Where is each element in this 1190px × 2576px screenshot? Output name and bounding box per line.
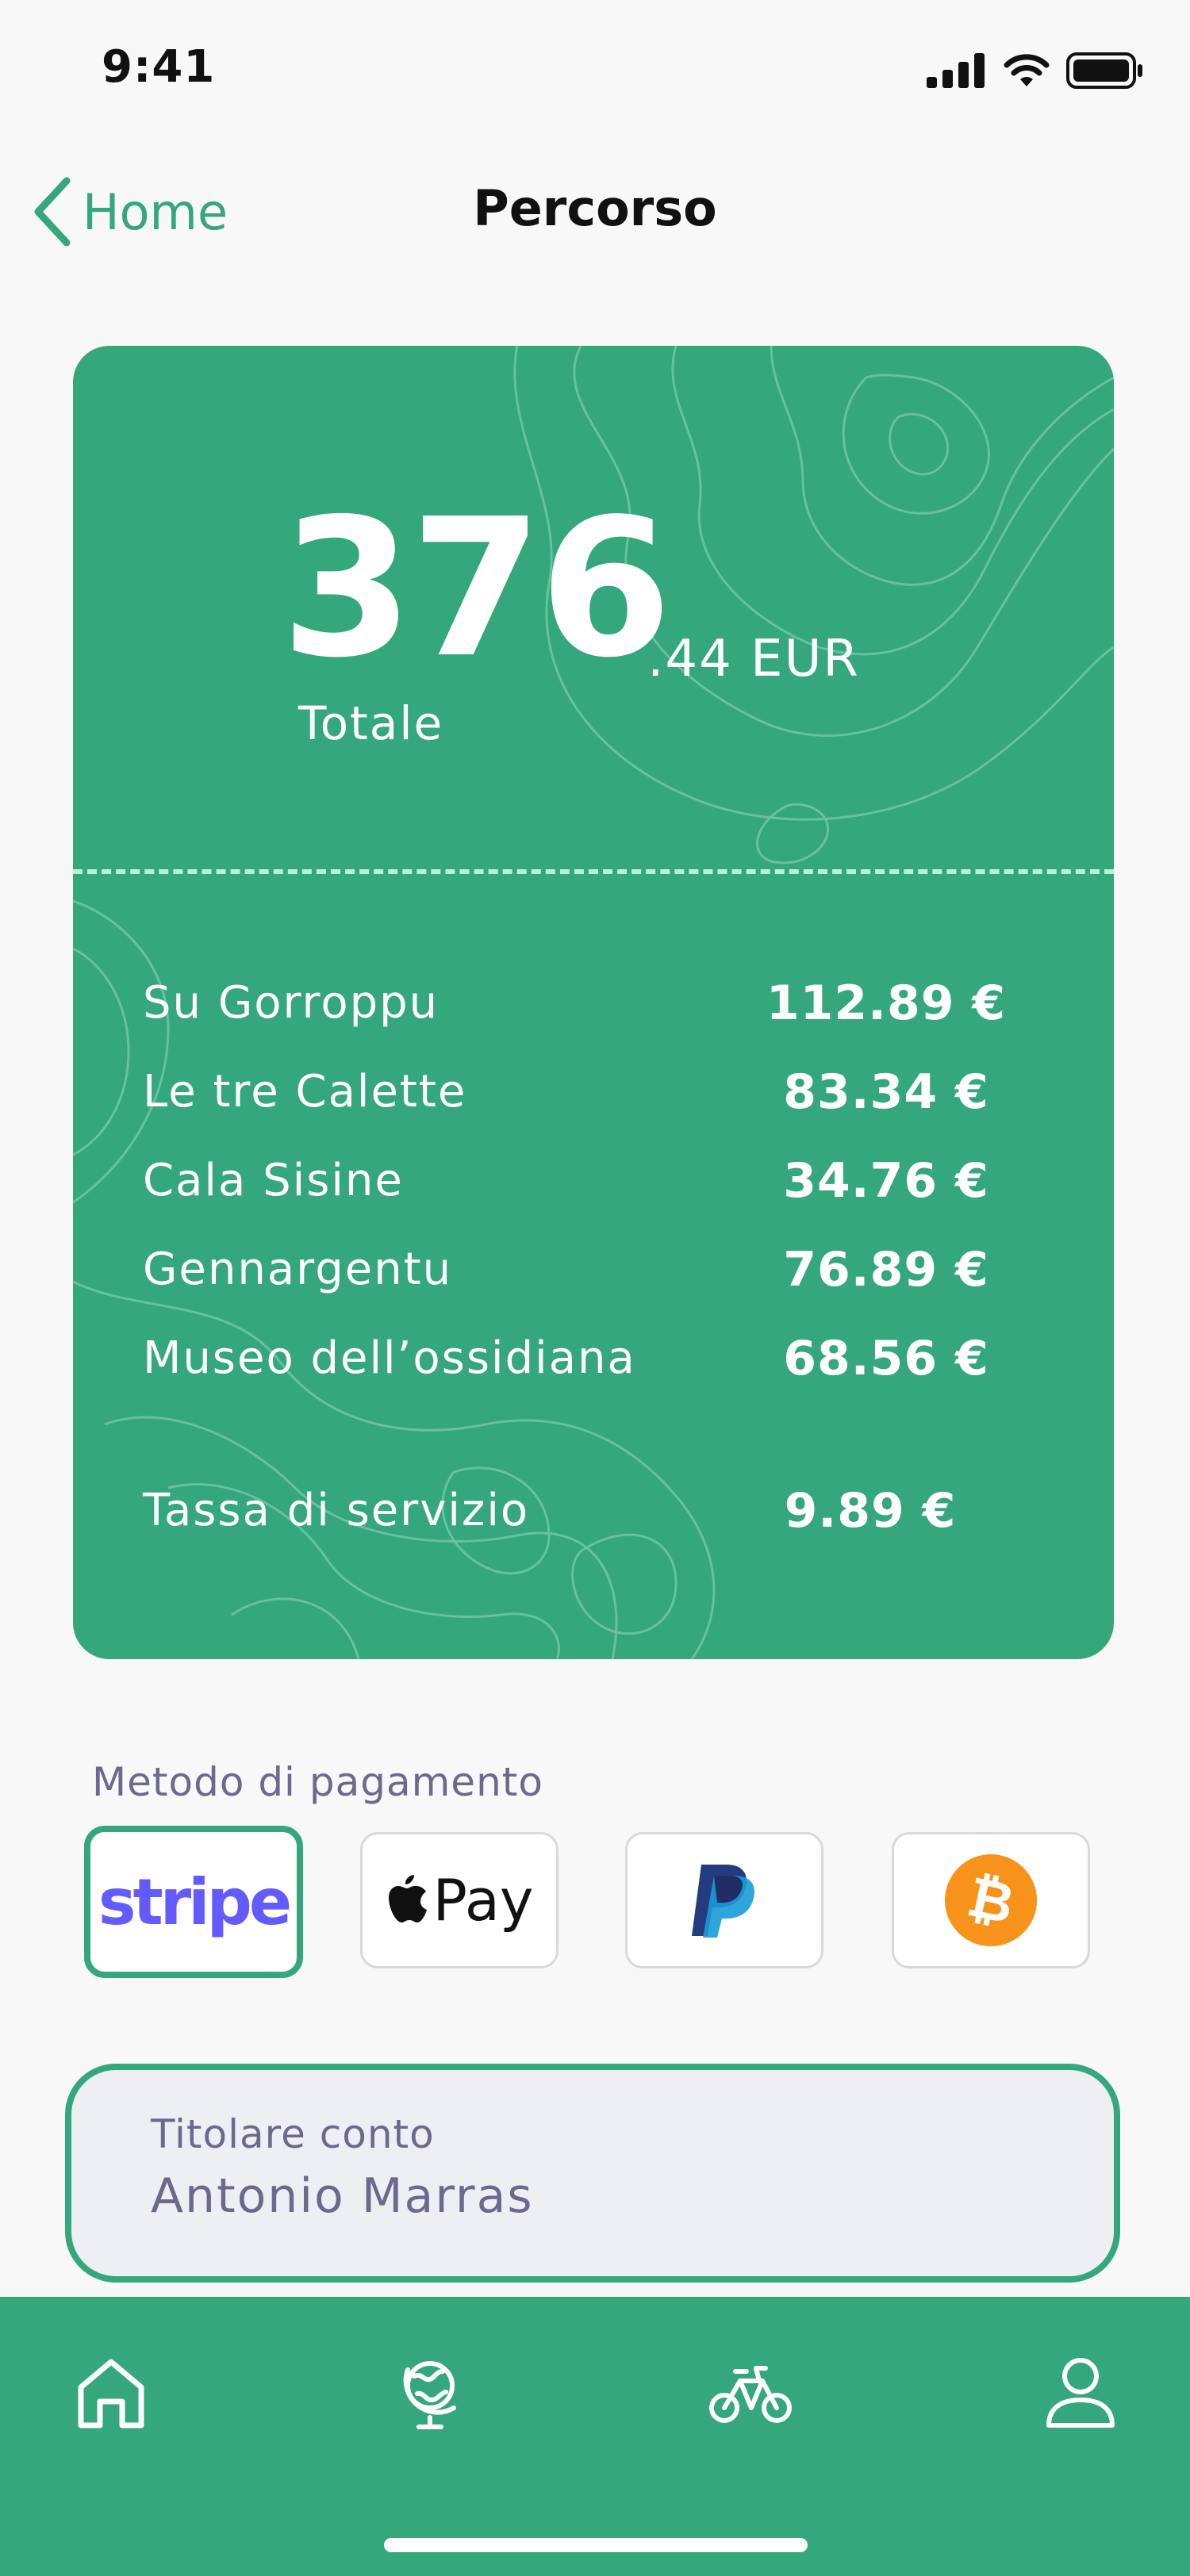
route-item-name: Museo dell’ossidiana [143,1332,636,1384]
total-label: Totale [298,696,444,750]
route-item-price: 34.76 € [783,1153,989,1209]
tab-home[interactable] [63,2344,159,2440]
pay-label: Pay [432,1867,534,1934]
page-title: Percorso [473,179,717,237]
total-amount-decimal: .44 EUR [647,630,860,688]
home-icon [78,2359,144,2428]
tab-explore[interactable] [382,2344,478,2440]
route-item-price: 83.34 € [783,1064,989,1120]
route-summary-card: 376 .44 EUR Totale Su Gorroppu 112.89 € … [73,346,1114,1659]
user-icon [1046,2358,1115,2428]
status-icons [927,52,1144,89]
route-item-name: Cala Sisine [143,1155,404,1206]
home-indicator [384,2538,808,2552]
tab-bar [0,2297,1190,2576]
bitcoin-option[interactable]: ₿ [892,1832,1090,1968]
paypal-option[interactable] [625,1832,823,1968]
battery-icon [1066,52,1142,89]
paypal-logo-icon [692,1865,754,1938]
stripe-logo: stripe [98,1865,292,1939]
bitcoin-logo-icon: ₿ [945,1854,1037,1946]
route-item-price: 112.89 € [766,976,1007,1031]
payment-method-label: Metodo di pagamento [92,1759,543,1805]
signal-icon [927,53,985,88]
route-item-name: Su Gorroppu [143,977,440,1029]
route-item-name: Gennargentu [143,1244,453,1295]
apple-pay-logo: Pay [386,1867,534,1934]
account-holder-label: Titolare conto [151,2111,435,2157]
route-item-price: 68.56 € [783,1331,989,1386]
tab-profile[interactable] [1033,2344,1128,2440]
status-time: 9:41 [102,41,216,93]
apple-icon [388,1875,427,1922]
tab-bike[interactable] [703,2344,798,2440]
wifi-icon [1004,54,1050,86]
service-fee-price: 9.89 € [784,1483,957,1539]
route-item-price: 76.89 € [783,1242,989,1298]
account-holder-field[interactable]: Titolare conto Antonio Marras [65,2064,1120,2283]
apple-pay-option[interactable]: Pay [360,1832,559,1968]
globe-icon [403,2361,456,2429]
total-amount-integer: 376 [281,477,672,700]
bike-icon [709,2366,792,2423]
route-item-name: Le tre Calette [143,1066,467,1117]
stripe-option[interactable]: stripe [84,1826,303,1978]
service-fee-name: Tassa di servizio [143,1485,530,1536]
card-divider [73,869,1114,874]
account-holder-value: Antonio Marras [151,2168,534,2224]
